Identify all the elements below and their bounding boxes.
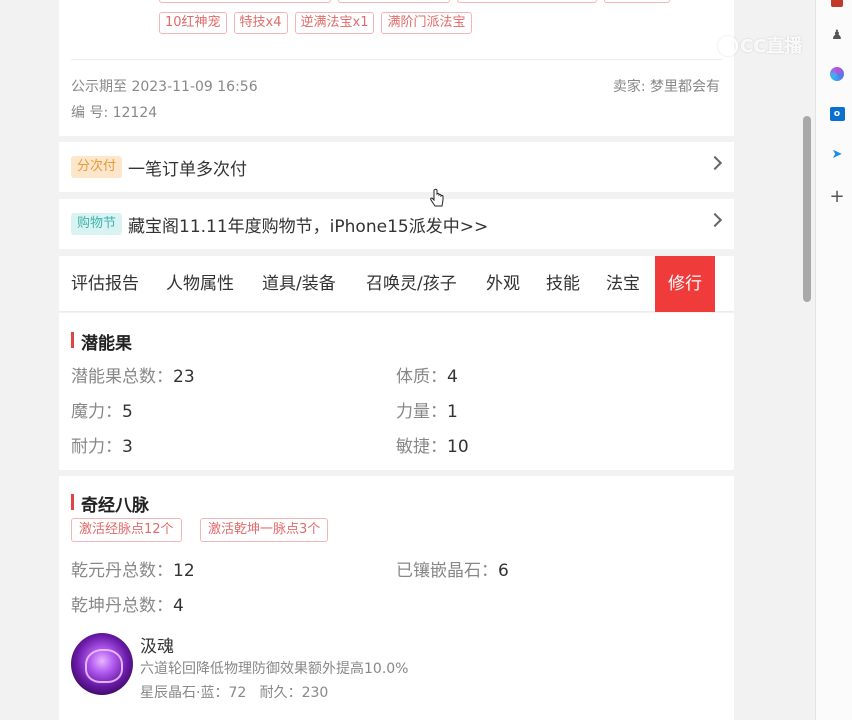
stream-watermark: CC直播: [718, 32, 802, 58]
stat-agility: 敏捷：10: [396, 437, 469, 457]
watermark-logo-icon: [718, 36, 738, 56]
tag-row-partial: [159, 0, 670, 3]
promo-badge: 购物节: [71, 213, 123, 235]
send-icon[interactable]: ➤: [829, 146, 845, 162]
section-title: 潜能果: [71, 329, 132, 354]
chevron-right-icon: [707, 155, 723, 171]
games-icon[interactable]: ♟: [829, 27, 845, 43]
collection-icon[interactable]: [829, 0, 845, 10]
tab-summons[interactable]: 召唤灵/孩子: [366, 256, 457, 312]
promo-text: 藏宝阁11.11年度购物节，iPhone15派发中>>: [128, 216, 489, 237]
seller-name[interactable]: 卖家: 梦里都会有: [613, 76, 720, 96]
stat-constitution: 体质：4: [396, 367, 458, 387]
divider: [71, 59, 722, 60]
meridian-tag: 激活乾坤一脉点3个: [200, 518, 329, 542]
skill-avatar-icon: [71, 633, 133, 695]
stat-endurance: 耐力：3: [71, 437, 133, 457]
tab-character-attributes[interactable]: 人物属性: [166, 256, 234, 312]
stat-qiankun-total: 乾坤丹总数：4: [71, 596, 184, 616]
highlight-tag: 10红神宠: [159, 12, 227, 34]
chevron-right-icon: [707, 212, 723, 228]
installment-row[interactable]: 分次付 一笔订单多次付: [59, 142, 734, 192]
stat-inlaid-crystals: 已镶嵌晶石：6: [396, 561, 509, 581]
promo-row[interactable]: 购物节 藏宝阁11.11年度购物节，iPhone15派发中>>: [59, 199, 734, 249]
stone-detail: 星辰晶石·蓝：72 耐久：230: [140, 685, 329, 701]
highlight-tags: 10红神宠 特技x4 逆满法宝x1 满阶门派法宝: [159, 12, 472, 34]
tab-items-equipment[interactable]: 道具/装备: [262, 256, 336, 312]
installment-text: 一笔订单多次付: [128, 159, 248, 180]
stat-strength: 力量：1: [396, 402, 458, 422]
browser-sidebar: ♟ o ➤ +: [815, 0, 852, 720]
office-icon[interactable]: [829, 66, 845, 82]
stat-potential-total: 潜能果总数：23: [71, 367, 195, 387]
highlight-tag: 逆满法宝x1: [294, 12, 375, 34]
section-title: 奇经八脉: [71, 491, 149, 516]
installment-badge: 分次付: [71, 156, 123, 178]
stone-name: 汲魂: [140, 637, 174, 657]
meridian-tag: 激活经脉点12个: [71, 518, 182, 542]
hand-cursor-icon: [430, 188, 444, 207]
tab-appearance[interactable]: 外观: [486, 256, 520, 312]
tab-cultivation[interactable]: 修行: [655, 256, 715, 312]
highlight-tag: 满阶门派法宝: [381, 12, 472, 34]
page-scrollbar[interactable]: [800, 0, 814, 720]
listing-summary-card: 10红神宠 特技x4 逆满法宝x1 满阶门派法宝 公示期至 2023-11-09…: [59, 0, 734, 136]
publish-period: 公示期至 2023-11-09 16:56: [71, 79, 258, 95]
tab-treasures[interactable]: 法宝: [606, 256, 640, 312]
detail-tabs: 评估报告 人物属性 道具/装备 召唤灵/孩子 外观 技能 法宝 修行: [59, 256, 734, 312]
potential-section: 潜能果 潜能果总数：23 体质：4 魔力：5 力量：1 耐力：3 敏捷：10: [59, 313, 734, 470]
stat-magic: 魔力：5: [71, 402, 133, 422]
tab-evaluation[interactable]: 评估报告: [71, 256, 139, 312]
scrollbar-thumb[interactable]: [803, 116, 811, 302]
add-icon[interactable]: +: [829, 186, 845, 207]
highlight-tag: 特技x4: [233, 12, 288, 34]
tab-skills[interactable]: 技能: [546, 256, 580, 312]
outlook-icon[interactable]: o: [829, 106, 845, 122]
listing-page: 10红神宠 特技x4 逆满法宝x1 满阶门派法宝 公示期至 2023-11-09…: [59, 0, 734, 720]
serial-number: 编 号: 12124: [71, 105, 158, 121]
stone-description: 六道轮回降低物理防御效果额外提高10.0%: [140, 661, 409, 677]
stat-qianyuan-total: 乾元丹总数：12: [71, 561, 195, 581]
